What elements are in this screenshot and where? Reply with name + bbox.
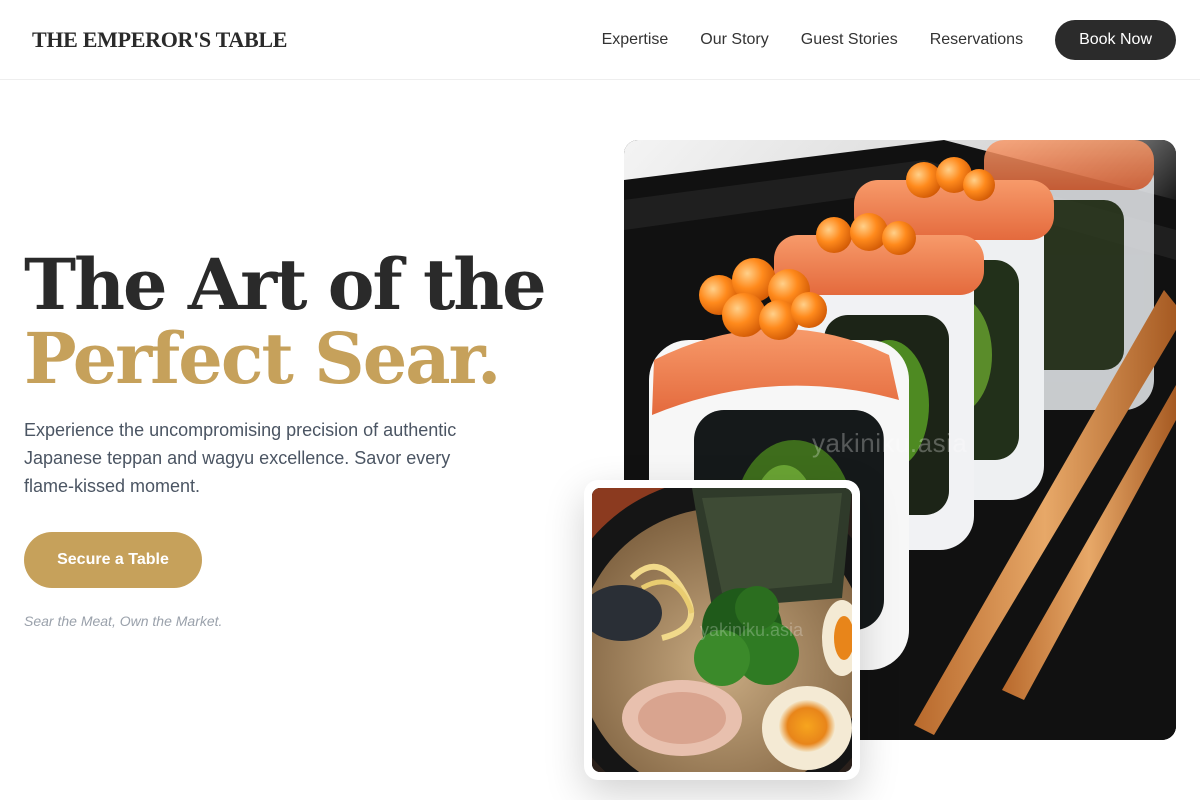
- site-header: THE EMPEROR'S TABLE Expertise Our Story …: [0, 0, 1200, 80]
- nav-link-guest-stories[interactable]: Guest Stories: [801, 31, 898, 49]
- hero-title-line-2: Perfect Sear.: [24, 317, 501, 400]
- ramen-photo-card: yakiniku.asia: [584, 480, 860, 780]
- hero-description: Experience the uncompromising precision …: [24, 420, 457, 496]
- brand-logo[interactable]: THE EMPEROR'S TABLE: [32, 27, 287, 53]
- hero-title: The Art of the Perfect Sear.: [24, 243, 547, 400]
- nav-link-reservations[interactable]: Reservations: [930, 31, 1023, 49]
- hero-tagline: Sear the Meat, Own the Market.: [24, 613, 223, 629]
- book-now-button[interactable]: Book Now: [1055, 19, 1176, 60]
- page: THE EMPEROR'S TABLE Expertise Our Story …: [0, 0, 1200, 800]
- nav-link-our-story[interactable]: Our Story: [700, 31, 768, 49]
- inset-image-watermark: yakiniku.asia: [700, 620, 804, 640]
- main-image-watermark: yakiniku.asia: [812, 428, 968, 458]
- hero-title-line-1: The Art of the: [24, 243, 547, 326]
- main-nav: Expertise Our Story Guest Stories Reserv…: [602, 19, 1176, 60]
- secure-table-button[interactable]: Secure a Table: [24, 532, 202, 588]
- ramen-image: yakiniku.asia: [592, 488, 852, 772]
- nav-link-expertise[interactable]: Expertise: [602, 31, 669, 49]
